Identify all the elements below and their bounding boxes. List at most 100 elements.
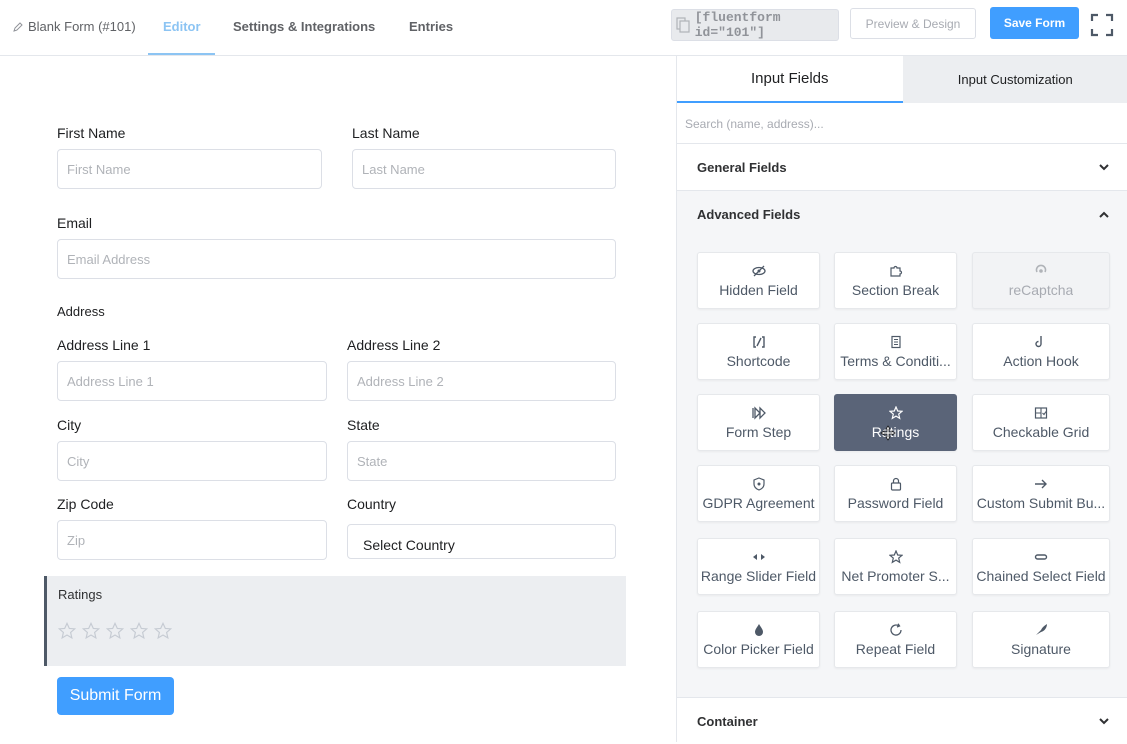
field-card-label: Terms & Conditi... — [840, 353, 950, 369]
form-title-crumb[interactable]: Blank Form (#101) — [12, 19, 136, 34]
section-container[interactable]: Container — [677, 697, 1127, 744]
tab-editor[interactable]: Editor — [163, 19, 201, 34]
address-line2-input[interactable]: Address Line 2 — [347, 361, 616, 401]
chevron-up-icon — [1098, 209, 1110, 221]
field-search-input[interactable]: Search (name, address)... — [677, 103, 1127, 144]
field-card-label: reCaptcha — [1009, 282, 1074, 298]
field-card-password-field[interactable]: Password Field — [834, 465, 957, 522]
email-label: Email — [57, 215, 92, 231]
submit-form-button[interactable]: Submit Form — [57, 677, 174, 715]
preview-design-button[interactable]: Preview & Design — [850, 8, 976, 39]
city-input[interactable]: City — [57, 441, 327, 481]
field-card-ratings[interactable]: Ratings — [834, 394, 957, 451]
repeat-icon — [889, 622, 903, 638]
grid-check-icon — [1034, 405, 1048, 421]
tab-input-fields[interactable]: Input Fields — [677, 56, 903, 103]
field-card-range-slider[interactable]: Range Slider Field — [697, 538, 820, 595]
section-general-fields[interactable]: General Fields — [677, 144, 1127, 191]
field-card-checkable-grid[interactable]: Checkable Grid — [972, 394, 1110, 451]
pencil-icon — [12, 21, 24, 33]
ratings-field-block[interactable]: Ratings — [44, 576, 626, 666]
field-card-label: Repeat Field — [856, 641, 935, 657]
field-card-label: Action Hook — [1003, 353, 1078, 369]
email-input[interactable]: Email Address — [57, 239, 616, 279]
section-advanced-fields[interactable]: Advanced Fields — [677, 191, 1127, 238]
tab-settings[interactable]: Settings & Integrations — [233, 19, 375, 34]
address-line2-label: Address Line 2 — [347, 337, 440, 353]
field-card-color-picker[interactable]: Color Picker Field — [697, 611, 820, 668]
field-card-label: GDPR Agreement — [702, 495, 814, 511]
last-name-input[interactable]: Last Name — [352, 149, 616, 189]
tab-entries[interactable]: Entries — [409, 19, 453, 34]
field-card-label: Shortcode — [727, 353, 791, 369]
zip-input[interactable]: Zip — [57, 520, 327, 560]
save-form-button[interactable]: Save Form — [990, 7, 1079, 39]
field-card-section-break[interactable]: Section Break — [834, 252, 957, 309]
chevron-down-icon — [1098, 161, 1110, 173]
field-card-label: Custom Submit Bu... — [977, 495, 1105, 511]
field-card-label: Range Slider Field — [701, 568, 816, 584]
field-card-chained-select[interactable]: Chained Select Field — [972, 538, 1110, 595]
field-card-hidden-field[interactable]: Hidden Field — [697, 252, 820, 309]
address-line1-input[interactable]: Address Line 1 — [57, 361, 327, 401]
zip-label: Zip Code — [57, 496, 114, 512]
scroll-icon — [889, 334, 903, 350]
address-heading: Address — [57, 304, 105, 319]
star-icon[interactable] — [130, 622, 148, 640]
star-icon[interactable] — [82, 622, 100, 640]
field-card-net-promoter[interactable]: Net Promoter S... — [834, 538, 957, 595]
field-card-gdpr-agreement[interactable]: GDPR Agreement — [697, 465, 820, 522]
star-icon[interactable] — [106, 622, 124, 640]
field-card-label: Section Break — [852, 282, 939, 298]
form-canvas: First Name First Name Last Name Last Nam… — [0, 56, 676, 742]
move-cursor-icon — [880, 425, 896, 441]
feather-icon — [1034, 622, 1048, 638]
last-name-label: Last Name — [352, 125, 420, 141]
field-card-label: Net Promoter S... — [841, 568, 949, 584]
panel-tabs: Input Fields Input Customization — [677, 56, 1127, 103]
state-input[interactable]: State — [347, 441, 616, 481]
field-card-custom-submit-button[interactable]: Custom Submit Bu... — [972, 465, 1110, 522]
field-card-label: Signature — [1011, 641, 1071, 657]
form-title: Blank Form (#101) — [28, 19, 136, 34]
field-card-form-step[interactable]: Form Step — [697, 394, 820, 451]
field-card-label: Color Picker Field — [703, 641, 813, 657]
city-label: City — [57, 417, 81, 433]
country-select[interactable]: Select Country — [347, 524, 616, 559]
fullscreen-icon[interactable] — [1090, 13, 1114, 37]
field-card-label: Form Step — [726, 424, 791, 440]
ratings-stars — [58, 622, 172, 640]
puzzle-icon — [889, 263, 903, 279]
field-card-label: Chained Select Field — [976, 568, 1105, 584]
shield-icon — [752, 476, 766, 492]
eye-slash-icon — [752, 263, 766, 279]
star-icon[interactable] — [154, 622, 172, 640]
field-card-signature[interactable]: Signature — [972, 611, 1110, 668]
shortcode-text: [fluentform id="101"] — [695, 10, 838, 40]
field-card-terms-conditions[interactable]: Terms & Conditi... — [834, 323, 957, 380]
field-card-action-hook[interactable]: Action Hook — [972, 323, 1110, 380]
section-label: Container — [697, 714, 758, 729]
field-card-recaptcha[interactable]: reCaptcha — [972, 252, 1110, 309]
shortcode-copy[interactable]: [fluentform id="101"] — [671, 9, 839, 41]
top-bar: Blank Form (#101) Editor Settings & Inte… — [0, 0, 1127, 56]
link-icon — [1034, 549, 1048, 565]
hook-icon — [1034, 334, 1048, 350]
state-label: State — [347, 417, 380, 433]
section-label: General Fields — [697, 160, 787, 175]
section-label: Advanced Fields — [697, 207, 800, 222]
field-card-label: Hidden Field — [719, 282, 798, 298]
star-icon — [889, 405, 903, 421]
chevron-down-icon — [1098, 715, 1110, 727]
tab-input-customization[interactable]: Input Customization — [903, 56, 1127, 103]
first-name-input[interactable]: First Name — [57, 149, 322, 189]
step-icon — [752, 405, 766, 421]
star-icon[interactable] — [58, 622, 76, 640]
tab-underline — [148, 53, 215, 55]
field-card-shortcode[interactable]: Shortcode — [697, 323, 820, 380]
field-card-repeat-field[interactable]: Repeat Field — [834, 611, 957, 668]
copy-icon — [672, 10, 695, 40]
address-line1-label: Address Line 1 — [57, 337, 150, 353]
star-icon — [889, 549, 903, 565]
ratings-label: Ratings — [58, 587, 102, 602]
